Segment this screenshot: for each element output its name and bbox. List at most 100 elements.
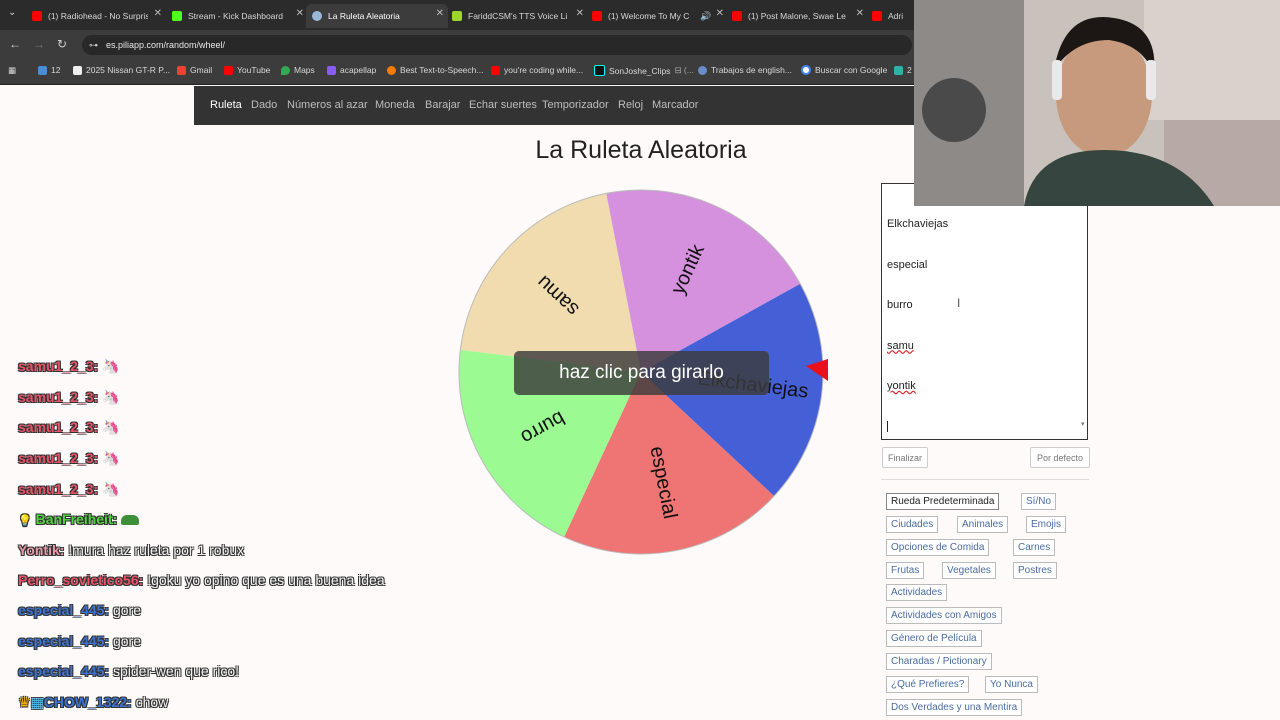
nav-barajar[interactable]: Barajar bbox=[425, 99, 460, 111]
preset-frutas[interactable]: Frutas bbox=[886, 562, 925, 579]
tab-kick[interactable]: Stream - Kick Dashboard ✕ bbox=[166, 4, 308, 28]
youtube-icon bbox=[732, 11, 742, 21]
nav-moneda[interactable]: Moneda bbox=[375, 99, 415, 111]
preset-genero-pelicula[interactable]: Género de Película bbox=[886, 630, 982, 647]
bookmark-youtube[interactable]: YouTube bbox=[224, 65, 270, 75]
chat-message: samu1_2_3: 🦄 bbox=[18, 481, 120, 498]
close-icon[interactable]: ✕ bbox=[296, 8, 304, 19]
preset-actividades-amigos[interactable]: Actividades con Amigos bbox=[886, 607, 1002, 624]
finish-button[interactable]: Finalizar bbox=[882, 447, 928, 468]
unicorn-icon: 🦄 bbox=[102, 481, 120, 497]
preset-postres[interactable]: Postres bbox=[1013, 562, 1057, 579]
close-icon[interactable]: ✕ bbox=[154, 8, 162, 19]
bookmark-sonjoshe[interactable]: SonJoshe_Clips ⊟ (... bbox=[594, 65, 694, 76]
youtube-icon bbox=[491, 65, 500, 75]
url-text: es.piliapp.com/random/wheel/ bbox=[106, 40, 226, 50]
chat-username: samu1_2_3: bbox=[18, 419, 99, 435]
bookmark-12[interactable]: 12 bbox=[38, 65, 60, 75]
bookmark-label: 12 bbox=[51, 65, 61, 75]
nav-ruleta[interactable]: Ruleta bbox=[210, 99, 242, 111]
unicorn-icon: 🦄 bbox=[102, 389, 120, 405]
bookmark-google[interactable]: Buscar con Google bbox=[801, 65, 887, 75]
chat-message: especial_445: gore bbox=[18, 602, 141, 618]
gmail-icon bbox=[177, 65, 186, 75]
text-cursor bbox=[887, 420, 888, 432]
bulb-icon: 💡 bbox=[18, 515, 32, 527]
nav-temporizador[interactable]: Temporizador bbox=[542, 99, 609, 111]
spin-button[interactable]: haz clic para girarlo bbox=[514, 351, 769, 395]
preset-que-prefieres[interactable]: ¿Qué Prefieres? bbox=[886, 676, 970, 693]
bookmark-acapellap[interactable]: acapellap bbox=[327, 65, 376, 75]
url-omnibox[interactable]: ⊶ es.piliapp.com/random/wheel/ bbox=[82, 35, 912, 55]
tab-adri[interactable]: Adri bbox=[866, 4, 920, 28]
w-icon bbox=[73, 65, 82, 75]
other-icon bbox=[894, 65, 903, 75]
close-icon[interactable]: ✕ bbox=[436, 8, 444, 19]
chat-message: ♛▦CHOW_1322: chow bbox=[18, 694, 168, 711]
bookmark-coding[interactable]: you're coding while... bbox=[491, 65, 583, 75]
preset-dos-verdades[interactable]: Dos Verdades y una Mentira bbox=[886, 699, 1023, 716]
globe-icon bbox=[698, 65, 707, 75]
chat-message: samu1_2_3: 🦄 bbox=[18, 450, 120, 467]
frog-icon bbox=[121, 515, 140, 526]
bookmark-maps[interactable]: Maps bbox=[281, 65, 315, 75]
bookmark-gmail[interactable]: Gmail bbox=[177, 65, 212, 75]
nav-reloj[interactable]: Reloj bbox=[618, 99, 643, 111]
tab-welcome[interactable]: (1) Welcome To My C 🔊 ✕ bbox=[586, 4, 728, 28]
tab-ruleta[interactable]: La Ruleta Aleatoria ✕ bbox=[306, 4, 448, 28]
entry-line: burro bbox=[887, 299, 913, 311]
bookmark-trabajos[interactable]: Trabajos de english... bbox=[698, 65, 792, 75]
close-icon[interactable]: ✕ bbox=[576, 8, 584, 19]
preset-ciudades[interactable]: Ciudades bbox=[886, 516, 939, 533]
nav-echar-suertes[interactable]: Echar suertes bbox=[469, 99, 537, 111]
bookmark-tts[interactable]: Best Text-to-Speech... bbox=[387, 65, 483, 75]
site-nav: Ruleta Dado Números al azar Moneda Baraj… bbox=[194, 86, 915, 125]
chat-text: gore bbox=[112, 602, 141, 618]
bookmark-label: acapellap bbox=[340, 65, 377, 75]
tab-title: La Ruleta Aleatoria bbox=[328, 11, 400, 21]
tab-tts[interactable]: FariddCSM's TTS Voice Li ✕ bbox=[446, 4, 588, 28]
chat-message: Yontik: !mura haz ruleta por 1 robux bbox=[18, 542, 244, 558]
nav-numeros[interactable]: Números al azar bbox=[287, 99, 368, 111]
tab-search-chevron-icon[interactable]: ⌄ bbox=[8, 7, 16, 18]
bookmark-other[interactable]: 2 bbox=[894, 65, 912, 75]
chat-username: samu1_2_3: bbox=[18, 481, 99, 497]
preset-animales[interactable]: Animales bbox=[957, 516, 1009, 533]
chat-text: !goku yo opino que es una buena idea bbox=[147, 572, 385, 588]
preset-opciones-comida[interactable]: Opciones de Comida bbox=[886, 539, 990, 556]
forward-arrow-icon[interactable]: → bbox=[33, 37, 45, 51]
bookmark-nissan[interactable]: 2025 Nissan GT-R P... bbox=[73, 65, 170, 75]
preset-actividades[interactable]: Actividades bbox=[886, 584, 948, 601]
preset-yo-nunca[interactable]: Yo Nunca bbox=[985, 676, 1038, 693]
entry-line: yontik bbox=[887, 380, 916, 392]
page-title: La Ruleta Aleatoria bbox=[535, 136, 747, 164]
site-info-icon[interactable]: ⊶ bbox=[89, 40, 98, 51]
preset-charadas[interactable]: Charadas / Pictionary bbox=[886, 653, 992, 670]
apps-grid-icon[interactable]: ▦ bbox=[8, 65, 16, 76]
chat-text: gore bbox=[112, 633, 141, 649]
resize-handle-icon[interactable]: ▾ bbox=[1081, 420, 1085, 428]
preset-si-no[interactable]: Sí/No bbox=[1021, 493, 1057, 510]
tab-postmalone[interactable]: (1) Post Malone, Swae Le ✕ bbox=[726, 4, 868, 28]
divider bbox=[881, 479, 1089, 480]
reload-icon[interactable]: ↻ bbox=[57, 37, 67, 51]
youtube-icon bbox=[592, 11, 602, 21]
entries-textarea[interactable]: Elkchaviejas especial burro samu yontik bbox=[881, 183, 1088, 440]
bookmark-label: SonJoshe_Clips bbox=[609, 65, 671, 76]
kick-icon bbox=[172, 11, 182, 21]
nav-marcador[interactable]: Marcador bbox=[652, 99, 698, 111]
speaker-icon[interactable]: 🔊 bbox=[700, 11, 711, 22]
close-icon[interactable]: ✕ bbox=[716, 8, 724, 19]
default-button[interactable]: Por defecto bbox=[1030, 447, 1090, 468]
preset-rueda-predeterminada[interactable]: Rueda Predeterminada bbox=[886, 493, 1000, 510]
tab-radiohead[interactable]: (1) Radiohead - No Surprises ✕ bbox=[26, 4, 166, 28]
preset-emojis[interactable]: Emojis bbox=[1026, 516, 1067, 533]
nav-dado[interactable]: Dado bbox=[251, 99, 277, 111]
preset-vegetales[interactable]: Vegetales bbox=[942, 562, 996, 579]
close-icon[interactable]: ✕ bbox=[856, 8, 864, 19]
tab-title: (1) Post Malone, Swae Le bbox=[748, 11, 846, 21]
chat-username: samu1_2_3: bbox=[18, 389, 99, 405]
back-arrow-icon[interactable]: ← bbox=[9, 37, 21, 51]
preset-carnes[interactable]: Carnes bbox=[1013, 539, 1056, 556]
unicorn-icon: 🦄 bbox=[102, 419, 120, 435]
